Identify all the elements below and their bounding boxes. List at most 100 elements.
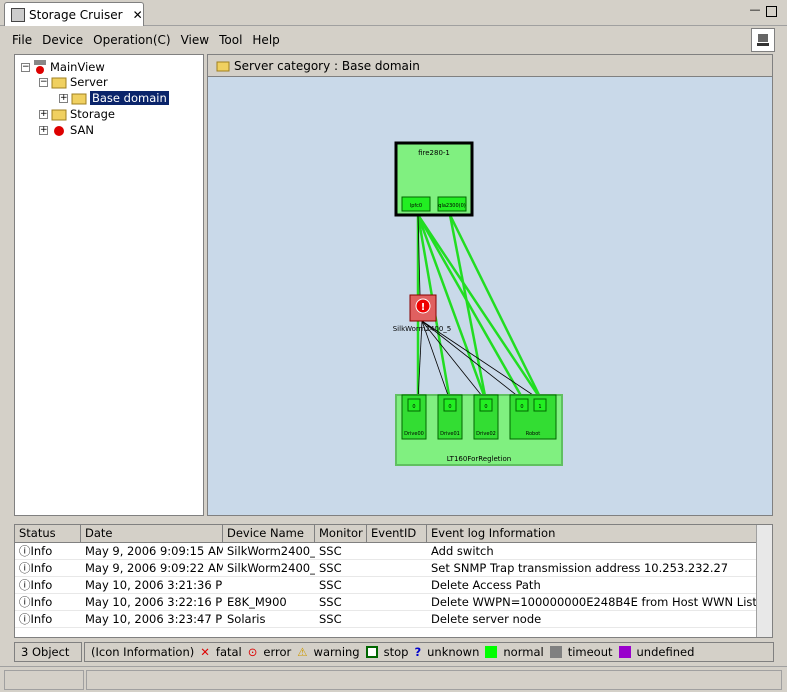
monitor-cell: SSC	[319, 612, 342, 626]
timeout-swatch	[549, 646, 562, 658]
monitor-cell: SSC	[319, 544, 342, 558]
stop-icon	[365, 646, 378, 658]
library-node[interactable]: LT160ForRegletion 0 Drive00 0 Drive01 0 …	[395, 394, 563, 466]
monitor-cell: SSC	[319, 595, 342, 609]
icon-legend: (Icon Information) ✕ fatal ⊙ error ⚠ war…	[84, 642, 774, 662]
tree-item-base-domain[interactable]: + Base domain	[59, 91, 169, 105]
link-lines	[416, 214, 544, 402]
monitor-tool-icon[interactable]	[751, 28, 775, 52]
tree-item-mainview[interactable]: − MainView	[21, 59, 105, 75]
expand-icon[interactable]: +	[39, 109, 48, 119]
expand-icon[interactable]: +	[39, 125, 48, 135]
object-count: 3 Object	[14, 642, 82, 662]
info-icon: ⓘ	[19, 595, 31, 609]
folder-icon	[51, 77, 67, 89]
status-cell: ⓘInfo	[19, 595, 53, 609]
window-tab[interactable]: Storage Cruiser ✕	[4, 2, 144, 26]
eventid-cell	[367, 560, 427, 576]
server-node[interactable]: fire280-1 lpfc0 qla2300(0)	[394, 141, 474, 217]
san-icon	[54, 126, 64, 136]
info-icon: ⓘ	[19, 561, 31, 575]
folder-icon	[71, 93, 87, 105]
legend-normal: normal	[503, 645, 544, 659]
status-cell: ⓘInfo	[19, 561, 53, 575]
legend-undefined: undefined	[636, 645, 695, 659]
info-cell: Delete Access Path	[431, 578, 541, 592]
legend-fatal: fatal	[215, 645, 242, 659]
drive-label-2: Drive02	[476, 431, 496, 437]
normal-swatch	[485, 646, 498, 658]
tree-item-san[interactable]: + SAN	[39, 123, 94, 137]
table-row[interactable]: ⓘInfo May 10, 2006 3:21:36 PM SSC Delete…	[15, 577, 772, 594]
tree-item-server[interactable]: − Server	[39, 75, 108, 89]
table-row[interactable]: ⓘInfo May 10, 2006 3:22:16 PM E8K_M900 S…	[15, 594, 772, 611]
device-cell: SilkWorm2400_3	[227, 544, 315, 558]
switch-node[interactable]: ! SilkWorm2400_5	[393, 294, 452, 333]
monitor-cell: SSC	[319, 561, 342, 575]
column-header-eventid[interactable]: EventID	[367, 525, 427, 542]
folder-icon	[51, 109, 67, 121]
device-cell	[223, 577, 315, 593]
switch-label: SilkWorm2400_5	[393, 325, 452, 333]
column-header-monitor[interactable]: Monitor	[315, 525, 367, 542]
error-icon: ⊙	[247, 645, 258, 659]
legend-title: (Icon Information)	[91, 645, 195, 659]
eventid-cell	[367, 594, 427, 610]
legend-timeout: timeout	[567, 645, 613, 659]
status-segment-1	[4, 670, 84, 690]
monitor-cell: SSC	[319, 578, 342, 592]
port-label-0: lpfc0	[410, 203, 422, 209]
library-label: LT160ForRegletion	[447, 455, 511, 463]
menu-operation[interactable]: Operation(C)	[93, 33, 170, 47]
table-row[interactable]: ⓘInfo May 9, 2006 9:09:15 AM SilkWorm240…	[15, 543, 772, 560]
close-tab-icon[interactable]: ✕	[133, 8, 143, 22]
menu-file[interactable]: File	[12, 33, 32, 47]
column-header-date[interactable]: Date	[81, 525, 223, 542]
date-cell: May 9, 2006 9:09:15 AM	[85, 544, 223, 558]
log-scrollbar[interactable]	[756, 525, 772, 637]
menu-help[interactable]: Help	[252, 33, 279, 47]
status-segment-2	[86, 670, 782, 690]
date-cell: May 10, 2006 3:21:36 PM	[85, 578, 223, 592]
mainview-icon	[34, 60, 46, 74]
map-panel: Server category : Base domain fire280-1 …	[207, 54, 773, 516]
port-label-1: qla2300(0)	[438, 203, 465, 209]
server-node-label: fire280-1	[418, 149, 450, 157]
collapse-icon[interactable]: −	[21, 62, 30, 72]
map-header: Server category : Base domain	[208, 55, 772, 77]
drive-port-label: 1	[538, 404, 541, 410]
drive-label-1: Drive01	[440, 431, 460, 437]
device-cell: Solaris	[227, 612, 266, 626]
device-cell: E8K_M900	[227, 595, 287, 609]
tree-item-storage[interactable]: + Storage	[39, 107, 115, 121]
table-row[interactable]: ⓘInfo May 10, 2006 3:23:47 PM Solaris SS…	[15, 611, 772, 628]
column-header-device[interactable]: Device Name	[223, 525, 315, 542]
maximize-icon[interactable]	[766, 6, 777, 17]
minimize-icon[interactable]: —	[748, 4, 762, 18]
menu-device[interactable]: Device	[42, 33, 83, 47]
info-cell: Delete server node	[431, 612, 542, 626]
eventid-cell	[367, 611, 427, 627]
table-row[interactable]: ⓘInfo May 9, 2006 9:09:22 AM SilkWorm240…	[15, 560, 772, 577]
menu-view[interactable]: View	[181, 33, 209, 47]
menu-tool[interactable]: Tool	[219, 33, 242, 47]
info-icon: ⓘ	[19, 544, 31, 558]
tree-label-san: SAN	[70, 123, 94, 137]
event-log-table: Status Date Device Name Monitor EventID …	[14, 524, 773, 638]
drive-label-3: Robot	[526, 431, 541, 437]
date-cell: May 10, 2006 3:22:16 PM	[85, 595, 223, 609]
warning-icon: ⚠	[297, 645, 308, 659]
topology-map: fire280-1 lpfc0 qla2300(0) ! SilkWorm240…	[393, 141, 563, 466]
drive-port-label: 0	[520, 404, 523, 410]
legend-stop: stop	[383, 645, 409, 659]
menu-bar: File Device Operation(C) View Tool Help	[12, 28, 290, 52]
svg-text:!: !	[421, 302, 426, 313]
expand-icon[interactable]: +	[59, 93, 68, 103]
status-cell: ⓘInfo	[19, 578, 53, 592]
title-bar: Storage Cruiser ✕ —	[0, 0, 787, 26]
collapse-icon[interactable]: −	[39, 77, 48, 87]
info-cell: Add switch	[431, 544, 494, 558]
column-header-info[interactable]: Event log Information	[427, 525, 757, 542]
folder-icon	[216, 61, 230, 71]
column-header-status[interactable]: Status	[15, 525, 81, 542]
